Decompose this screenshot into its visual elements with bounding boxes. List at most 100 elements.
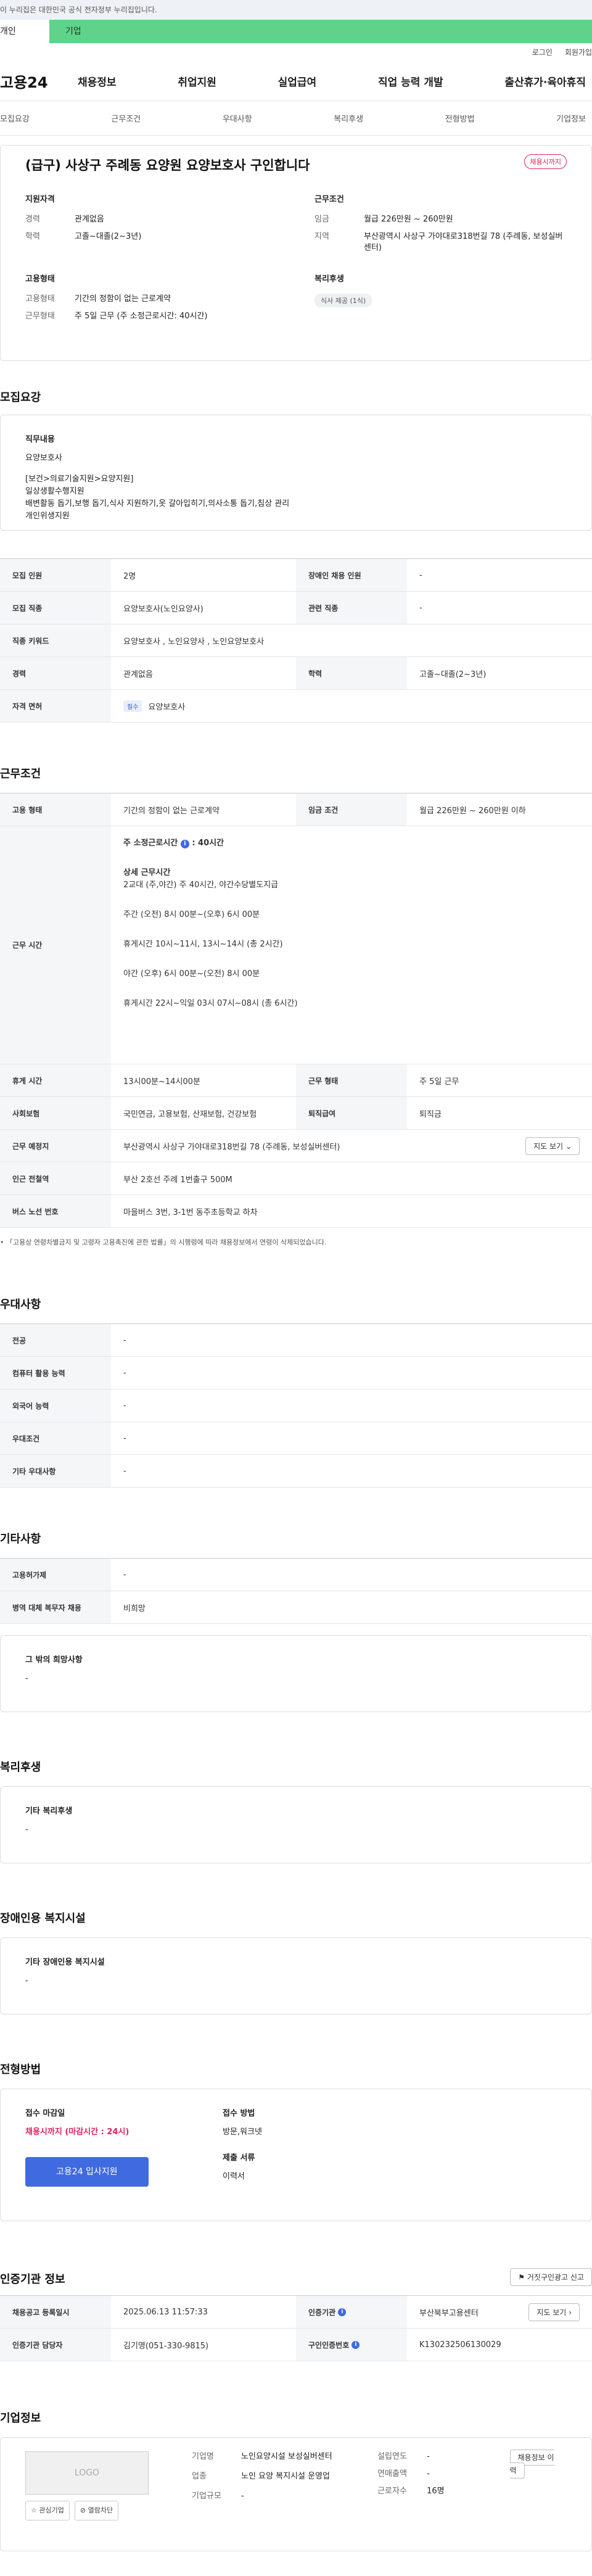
global-nav: 고용24 채용정보 취업지원 실업급여 직업 능력 개발 출산휴가·육아휴직	[0, 62, 592, 101]
row-value: 요양보호사	[148, 702, 186, 712]
label: 고용형태	[25, 294, 55, 304]
table-row: 모집 인원 2명 장애인 채용 인원 -	[0, 559, 592, 592]
hiring-history-button[interactable]: 채용정보 이력	[509, 2450, 554, 2479]
tab-person[interactable]: 개인	[0, 20, 49, 43]
age-law-note: • 「고용상 연령차별금지 및 고령자 고용촉진에 관한 법률」의 시행령에 따…	[0, 1238, 327, 1246]
map-button[interactable]: 지도 보기 ⌄	[525, 1137, 580, 1155]
gnb-item-vocational-training[interactable]: 직업 능력 개발	[378, 73, 443, 89]
chevron-right-icon: ›	[569, 2308, 572, 2317]
other-wishes-value: -	[25, 1674, 28, 1683]
detail-hours-line: 2교대 (주,야간) 주 40시간, 야간수당별도지급	[123, 880, 279, 890]
label: 연매출액	[377, 2469, 407, 2479]
gnb-item-jobs[interactable]: 채용정보	[78, 73, 117, 89]
login-link[interactable]: 로그인	[532, 43, 553, 62]
report-fake-ad-button[interactable]: ⚑ 거짓구인광고 신고	[510, 2268, 592, 2286]
cert-table: 채용공고 등록일시 2025.06.13 11:57:33 인증기관 i 부산북부고용…	[0, 2295, 592, 2361]
row-value: 퇴직금	[419, 1109, 442, 1119]
label: 학력	[25, 232, 40, 241]
screening-box: 접수 마감일 채용시까지 (마감시간 : 24시) 고용24 입사지원 접수 방…	[0, 2089, 592, 2221]
gnb-item-parental-leave[interactable]: 출산휴가·육아휴직	[504, 73, 586, 89]
detail-hours-line: 야간 (오후) 6시 00분~(오전) 8시 00분	[123, 969, 260, 979]
info-icon[interactable]: i	[352, 2340, 360, 2349]
site-logo[interactable]: 고용24	[0, 70, 78, 92]
gov-banner: 이 누리집은 대한민국 공식 전자정부 누리집입니다.	[0, 0, 592, 20]
welfare-value: -	[25, 1825, 28, 1834]
row-label: 구인인증번호 i	[296, 2329, 407, 2361]
section-title-disabled: 장애인용 복지시설	[0, 1912, 86, 1925]
row-label: 자격 면허	[0, 690, 111, 722]
section-title-screening: 전형방법	[0, 2063, 41, 2076]
job-duty-line: 개인위생지원	[25, 511, 70, 521]
info-icon[interactable]: i	[338, 2308, 347, 2316]
other-wishes-heading: 그 밖의 희망사항	[25, 1655, 83, 1665]
info-icon[interactable]: i	[180, 840, 189, 848]
condition-heading: 근무조건	[314, 195, 344, 204]
row-value: -	[123, 1368, 126, 1378]
annual-sales: -	[427, 2469, 430, 2479]
method-value: 방문,워크넷	[223, 2127, 262, 2137]
table-row: 사회보험 국민연금, 고용보험, 산재보험, 건강보험 퇴직급여 퇴직금	[0, 1097, 592, 1130]
row-label: 인증기관 담당자	[0, 2329, 111, 2361]
block-view-button[interactable]: ⊘ 열람차단	[74, 2501, 119, 2520]
table-row: 고용허가제 -	[0, 1559, 592, 1591]
row-label: 외국어 능력	[0, 1389, 111, 1422]
row-value: 2025.06.13 11:57:33	[123, 2307, 208, 2317]
flag-icon: ⚑	[518, 2273, 525, 2282]
table-row: 경력 관계없음 학력 고졸~대졸(2~3년)	[0, 657, 592, 690]
job-duty-line: [보건>의료기술지원>요양지원]	[25, 474, 134, 484]
anchor-welfare[interactable]: 복리후생	[334, 112, 363, 124]
tab-company[interactable]: 기업	[49, 20, 592, 43]
signup-link[interactable]: 회원가입	[565, 43, 592, 62]
label: 근무형태	[25, 312, 55, 321]
anchor-screening[interactable]: 전형방법	[445, 112, 475, 124]
value: 고졸~대졸(2~3년)	[75, 232, 142, 241]
anchor-company[interactable]: 기업정보	[556, 112, 586, 124]
row-label: 버스 노선 번호	[0, 1195, 111, 1227]
apply-button[interactable]: 고용24 입사지원	[25, 2157, 149, 2187]
section-title-pref: 우대사항	[0, 1298, 41, 1311]
label: 임금	[314, 215, 329, 224]
label: 근로자수	[377, 2487, 407, 2496]
row-label: 관련 직종	[296, 592, 407, 624]
row-label: 병역 대체 복무자 채용	[0, 1591, 111, 1623]
weekly-hours-value: : 40시간	[192, 839, 224, 848]
row-value: 국민연금, 고용보험, 산재보험, 건강보험	[123, 1109, 257, 1119]
row-label: 인증기관 i	[296, 2296, 407, 2328]
anchor-pref[interactable]: 우대사항	[223, 112, 252, 124]
work-table: 고용 형태 기간의 정함이 없는 근로계약 임금 조건 월급 226만원 ~ 260만…	[0, 793, 592, 1228]
pref-table: 전공 - 컴퓨터 활용 능력 - 외국어 능력 - 우대조건 - 기타 우대사항 -	[0, 1323, 592, 1488]
section-anchor-nav: 모집요강 근무조건 우대사항 복리후생 전형방법 기업정보	[0, 101, 592, 136]
row-label: 고용 형태	[0, 793, 111, 826]
deadline-heading: 접수 마감일	[25, 2109, 65, 2118]
cert-map-button[interactable]: 지도 보기 ›	[528, 2303, 580, 2321]
row-value: 요양보호사 , 노인요양사 , 노인요양보호사	[123, 637, 265, 647]
weekly-hours-label: 주 소정근로시간	[123, 839, 178, 848]
table-row: 인증기관 담당자 김기영(051-330-9815) 구인인증번호 i K130232…	[0, 2329, 592, 2361]
row-label: 직종 키워드	[0, 624, 111, 656]
section-title-cert: 인증기관 정보	[0, 2273, 65, 2286]
table-row: 휴게 시간 13시00분~14시00분 근무 형태 주 5일 근무	[0, 1064, 592, 1097]
welfare-box: 기타 복리후생 -	[0, 1786, 592, 1863]
table-row: 직종 키워드 요양보호사 , 노인요양사 , 노인요양보호사	[0, 624, 592, 657]
favorite-company-button[interactable]: ☆ 관심기업	[25, 2501, 70, 2520]
row-label: 사회보험	[0, 1097, 111, 1129]
table-row: 우대조건 -	[0, 1422, 592, 1455]
value: 월급 226만원 ~ 260만원	[364, 215, 453, 224]
row-label: 인근 전철역	[0, 1162, 111, 1195]
company-size: -	[241, 2491, 244, 2501]
row-value: 13시00분~14시00분	[123, 1077, 200, 1087]
job-duty-box: 직무내용 요양보호사 [보건>의료기술지원>요양지원] 일상생활수행지원 배변활…	[0, 415, 592, 531]
value: 관계없음	[75, 215, 104, 224]
star-icon: ☆	[31, 2506, 37, 2514]
row-value: 부산북부고용센터	[419, 2308, 479, 2318]
company-name: 노인요양시설 보성실버센터	[241, 2452, 332, 2461]
table-row: 모집 직종 요양보호사(노인요양사) 관련 직종 -	[0, 592, 592, 624]
anchor-recruit[interactable]: 모집요강	[0, 112, 30, 124]
welfare-summary-block: 복리후생 식사 제공 (1식)	[314, 272, 567, 328]
chevron-down-icon: ⌄	[565, 1141, 572, 1151]
gnb-item-unemployment-benefit[interactable]: 실업급여	[278, 73, 317, 89]
anchor-work[interactable]: 근무조건	[111, 112, 141, 124]
gnb-item-employment-support[interactable]: 취업지원	[178, 73, 216, 89]
qualification-heading: 지원자격	[25, 195, 55, 204]
row-value: -	[419, 603, 422, 613]
